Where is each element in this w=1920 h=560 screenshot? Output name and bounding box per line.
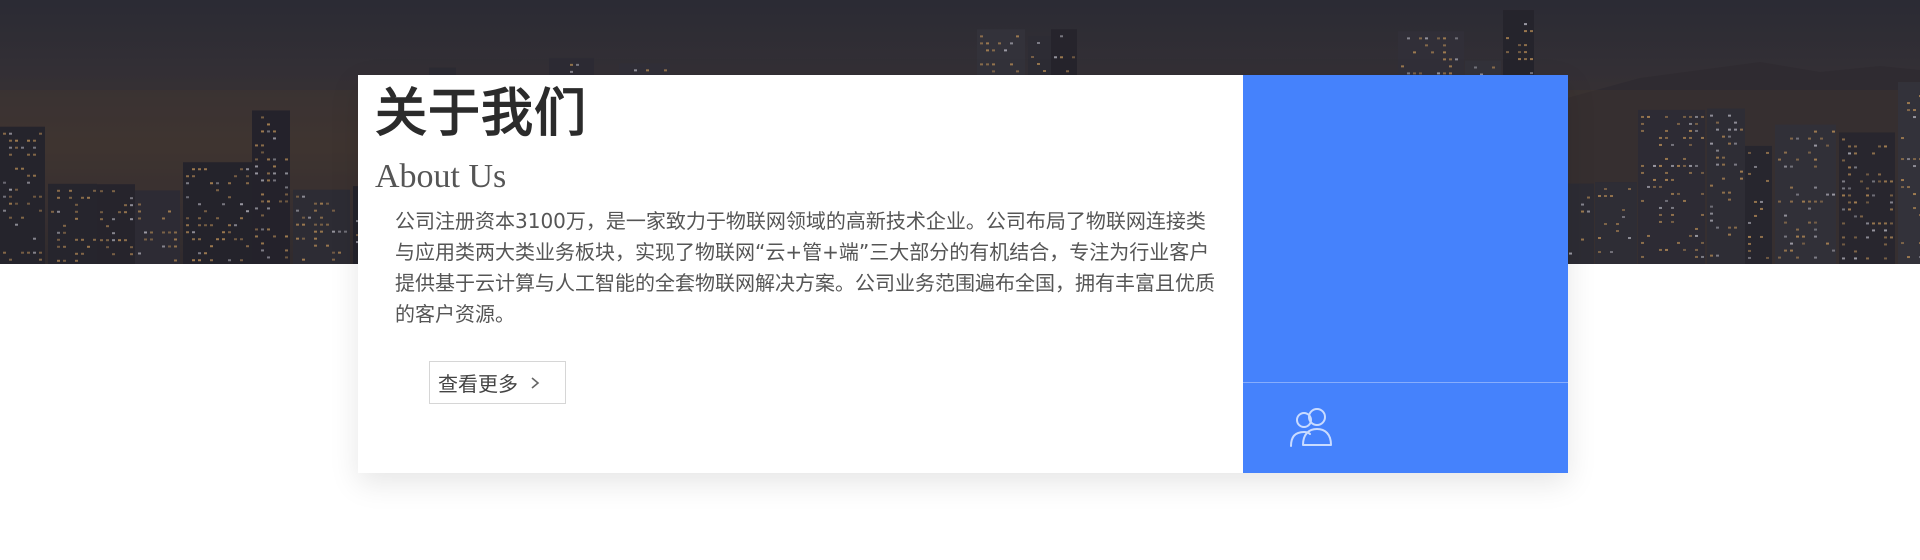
page-title: 关于我们 — [375, 84, 588, 144]
about-section: 关于我们 About Us 公司注册资本3100万，是一家致力于物联网领域的高新… — [0, 0, 1920, 560]
about-card: 关于我们 About Us 公司注册资本3100万，是一家致力于物联网领域的高新… — [358, 75, 1568, 473]
side-panel — [1243, 75, 1568, 473]
page-subtitle: About Us — [375, 158, 507, 195]
view-more-button[interactable]: 查看更多 — [429, 361, 566, 404]
view-more-label: 查看更多 — [438, 372, 518, 396]
company-description: 公司注册资本3100万，是一家致力于物联网领域的高新技术企业。公司布局了物联网连… — [395, 209, 1215, 326]
users-icon[interactable] — [1286, 405, 1338, 449]
about-content: 关于我们 About Us 公司注册资本3100万，是一家致力于物联网领域的高新… — [358, 75, 1243, 473]
chevron-right-icon — [531, 376, 540, 389]
side-panel-divider — [1243, 382, 1568, 383]
